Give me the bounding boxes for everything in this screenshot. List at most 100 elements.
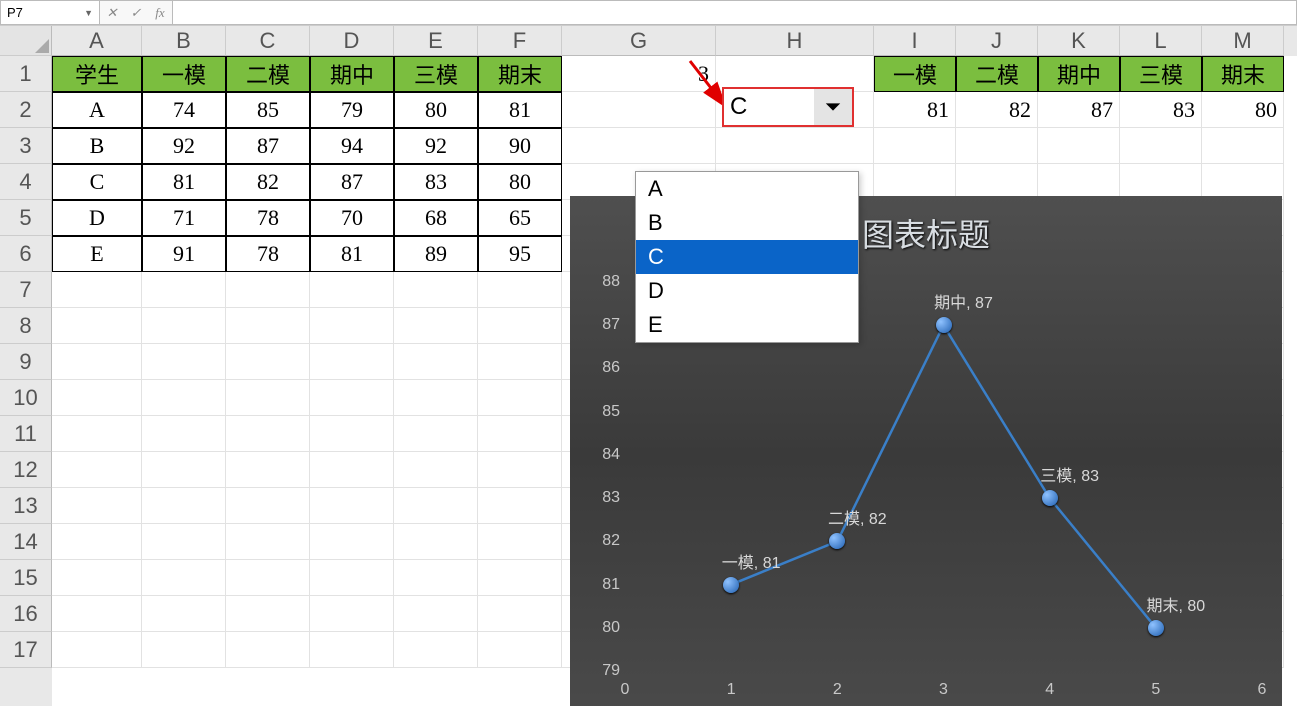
cell[interactable]: [394, 452, 478, 488]
col-header[interactable]: F: [478, 26, 562, 56]
combo-option[interactable]: E: [636, 308, 858, 342]
cell[interactable]: 期末: [1202, 56, 1284, 92]
cell[interactable]: [142, 452, 226, 488]
row-header[interactable]: 3: [0, 128, 52, 164]
cell[interactable]: [52, 416, 142, 452]
cell[interactable]: 期中: [1038, 56, 1120, 92]
cell[interactable]: [1202, 164, 1284, 200]
cell[interactable]: [310, 416, 394, 452]
cell[interactable]: 学生: [52, 56, 142, 92]
cell[interactable]: 65: [478, 200, 562, 236]
row-header[interactable]: 16: [0, 596, 52, 632]
cell[interactable]: [52, 560, 142, 596]
cell[interactable]: [52, 632, 142, 668]
cell[interactable]: [52, 308, 142, 344]
combo-option[interactable]: C: [636, 240, 858, 274]
cell[interactable]: [226, 596, 310, 632]
cell[interactable]: 82: [956, 92, 1038, 128]
cell[interactable]: 70: [310, 200, 394, 236]
cell[interactable]: B: [52, 128, 142, 164]
cell[interactable]: [142, 524, 226, 560]
col-header[interactable]: L: [1120, 26, 1202, 56]
cell[interactable]: [310, 308, 394, 344]
combo-option[interactable]: D: [636, 274, 858, 308]
cell[interactable]: [310, 560, 394, 596]
cell[interactable]: [1120, 128, 1202, 164]
cell[interactable]: [478, 596, 562, 632]
cell[interactable]: [1120, 164, 1202, 200]
row-header[interactable]: 11: [0, 416, 52, 452]
cell[interactable]: [142, 632, 226, 668]
cell[interactable]: [478, 524, 562, 560]
cell[interactable]: 3: [562, 56, 716, 92]
cell[interactable]: [394, 308, 478, 344]
cell[interactable]: 87: [310, 164, 394, 200]
cell[interactable]: [226, 380, 310, 416]
row-header[interactable]: 1: [0, 56, 52, 92]
cell[interactable]: [142, 596, 226, 632]
cell[interactable]: 80: [394, 92, 478, 128]
cell[interactable]: [478, 452, 562, 488]
row-header[interactable]: 7: [0, 272, 52, 308]
cell[interactable]: [478, 416, 562, 452]
row-header[interactable]: 4: [0, 164, 52, 200]
cell[interactable]: 81: [310, 236, 394, 272]
cell[interactable]: [226, 308, 310, 344]
cell[interactable]: [394, 596, 478, 632]
cell[interactable]: A: [52, 92, 142, 128]
cell[interactable]: [226, 488, 310, 524]
cell[interactable]: [394, 560, 478, 596]
cell[interactable]: [478, 272, 562, 308]
cell[interactable]: [478, 632, 562, 668]
cell[interactable]: [226, 524, 310, 560]
row-header[interactable]: 5: [0, 200, 52, 236]
cell[interactable]: [226, 560, 310, 596]
cell[interactable]: E: [52, 236, 142, 272]
cell[interactable]: [52, 344, 142, 380]
row-header[interactable]: 13: [0, 488, 52, 524]
cell[interactable]: [52, 596, 142, 632]
cell[interactable]: [562, 128, 716, 164]
combo-option[interactable]: A: [636, 172, 858, 206]
cell[interactable]: 92: [394, 128, 478, 164]
cell[interactable]: 74: [142, 92, 226, 128]
cell[interactable]: 82: [226, 164, 310, 200]
cell[interactable]: [142, 380, 226, 416]
cell[interactable]: 90: [478, 128, 562, 164]
col-header[interactable]: D: [310, 26, 394, 56]
cell[interactable]: 三模: [394, 56, 478, 92]
cell[interactable]: [1038, 164, 1120, 200]
cell[interactable]: 87: [226, 128, 310, 164]
cell[interactable]: 91: [142, 236, 226, 272]
cell[interactable]: [478, 488, 562, 524]
chevron-down-icon[interactable]: [814, 89, 852, 125]
row-header[interactable]: 8: [0, 308, 52, 344]
row-header[interactable]: 15: [0, 560, 52, 596]
cell[interactable]: [310, 452, 394, 488]
row-header[interactable]: 17: [0, 632, 52, 668]
cell[interactable]: D: [52, 200, 142, 236]
cell[interactable]: [1202, 128, 1284, 164]
chevron-down-icon[interactable]: ▼: [84, 8, 93, 18]
cell[interactable]: [874, 128, 956, 164]
cell[interactable]: [310, 524, 394, 560]
cell[interactable]: [226, 452, 310, 488]
cell[interactable]: 71: [142, 200, 226, 236]
fx-icon[interactable]: fx: [148, 5, 172, 21]
cell[interactable]: [310, 344, 394, 380]
cell[interactable]: [956, 164, 1038, 200]
combo-dropdown[interactable]: A B C D E: [635, 171, 859, 343]
cell[interactable]: 78: [226, 200, 310, 236]
col-header[interactable]: E: [394, 26, 478, 56]
student-combo[interactable]: C: [722, 87, 854, 127]
cell[interactable]: [478, 560, 562, 596]
cell[interactable]: 87: [1038, 92, 1120, 128]
cell[interactable]: 80: [1202, 92, 1284, 128]
cell[interactable]: [142, 272, 226, 308]
cell[interactable]: [52, 380, 142, 416]
cell[interactable]: 79: [310, 92, 394, 128]
col-header[interactable]: J: [956, 26, 1038, 56]
cell[interactable]: 期中: [310, 56, 394, 92]
cell[interactable]: [478, 380, 562, 416]
cell[interactable]: 95: [478, 236, 562, 272]
